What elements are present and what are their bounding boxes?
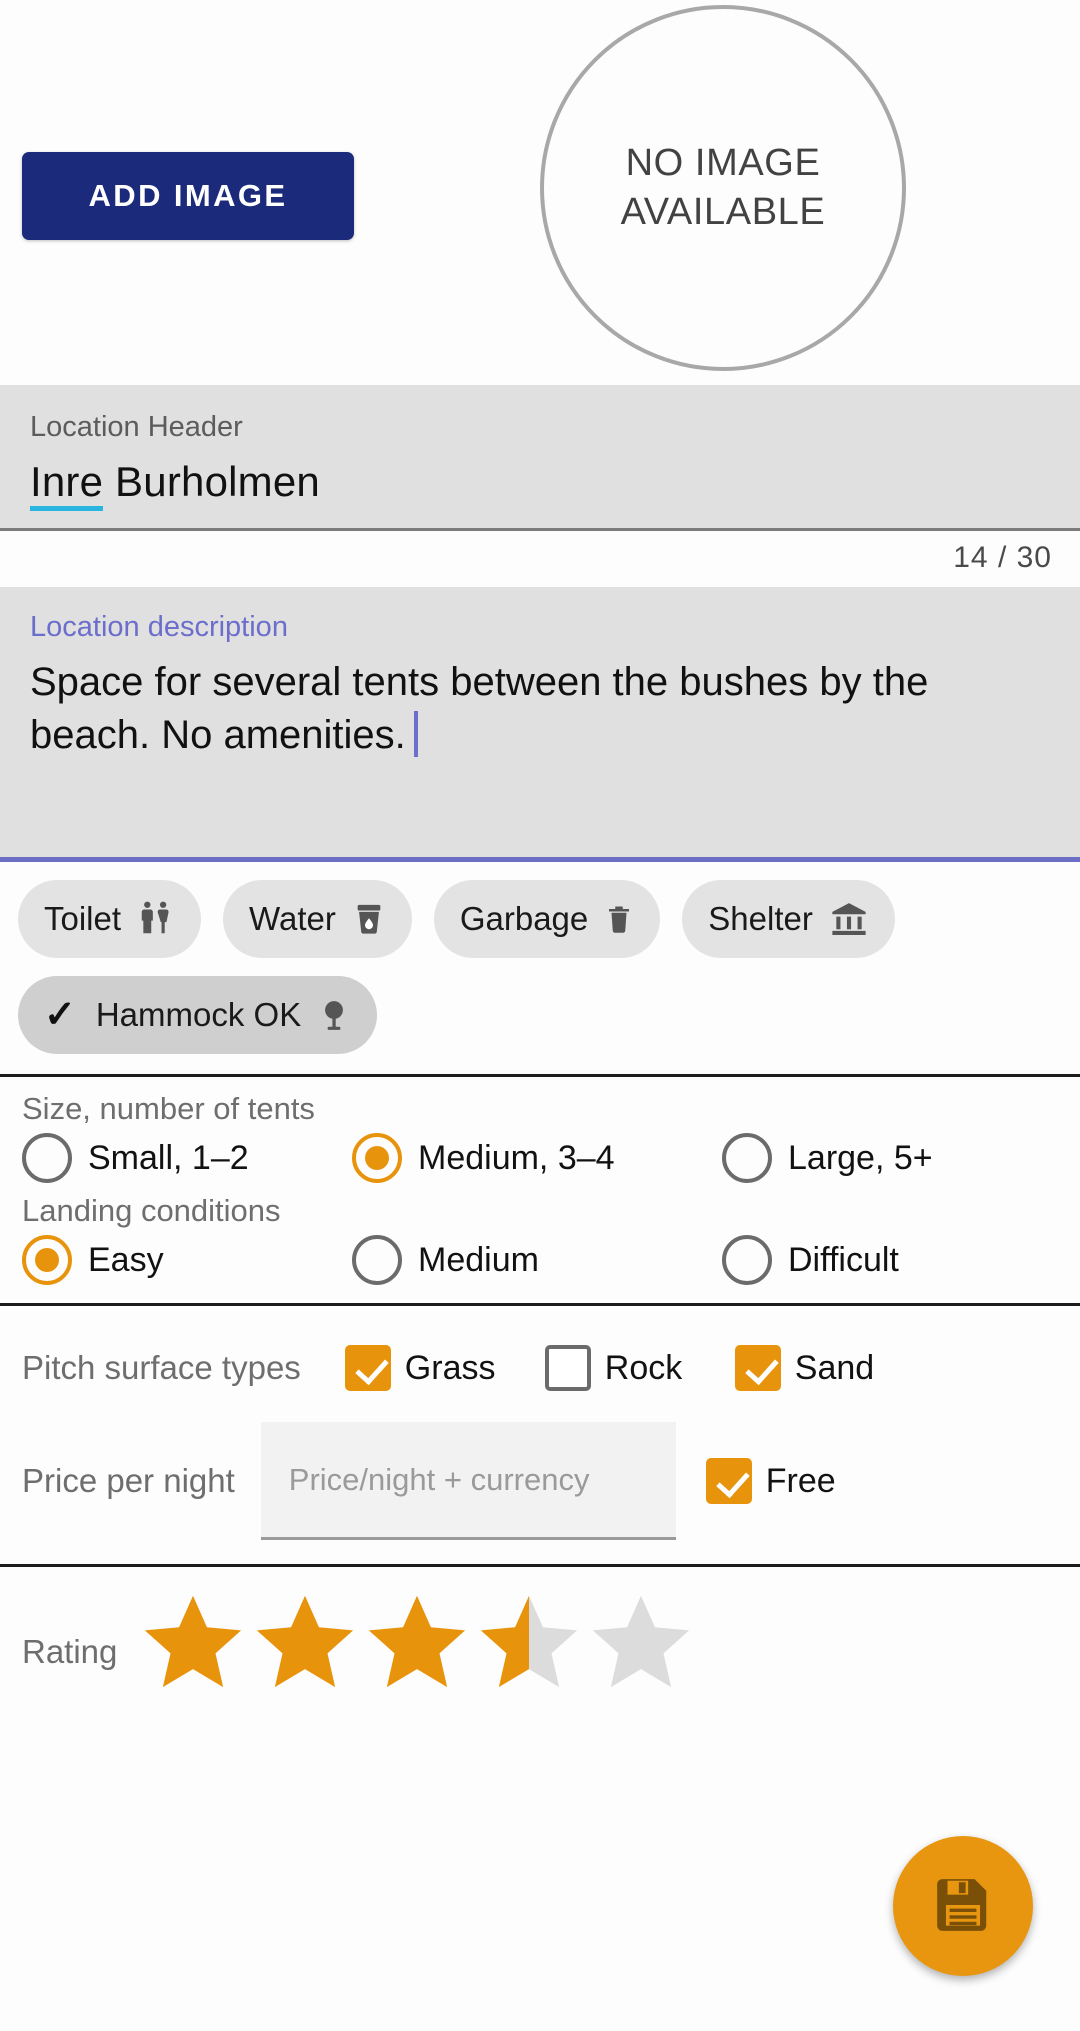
checkbox-rock-label: Rock (604, 1348, 683, 1387)
price-per-night-row: Price per night Free (22, 1416, 1058, 1546)
misspelled-word: Inre (30, 458, 104, 511)
star-2-full[interactable] (251, 1589, 359, 1697)
rating-label: Rating (22, 1633, 118, 1670)
star-3-full[interactable] (363, 1589, 471, 1697)
text-caret (413, 710, 418, 757)
checkbox-grass-label: Grass (404, 1348, 496, 1387)
water-cup-icon (352, 900, 386, 938)
checkbox-free[interactable]: Free (705, 1458, 836, 1504)
location-header-value[interactable]: Inre Burholmen (30, 458, 1050, 511)
chip-shelter[interactable]: Shelter (682, 880, 895, 958)
checkbox-sand-label: Sand (794, 1348, 875, 1387)
chip-hammock-ok[interactable]: ✓ Hammock OK (18, 976, 378, 1054)
chip-shelter-label: Shelter (708, 900, 813, 937)
price-input[interactable] (260, 1422, 676, 1540)
radio-circle-icon[interactable] (352, 1235, 402, 1285)
rating-stars[interactable] (139, 1589, 695, 1697)
radio-landing-easy-label: Easy (88, 1240, 164, 1279)
tree-icon (317, 996, 351, 1034)
radio-landing-medium[interactable]: Medium (352, 1235, 722, 1285)
pitch-surface-row: Pitch surface types Grass Rock Sand (22, 1320, 1058, 1416)
check-icon: ✓ (44, 994, 76, 1036)
radio-circle-icon[interactable] (722, 1133, 772, 1183)
chip-toilet[interactable]: Toilet (18, 880, 202, 958)
location-header-field[interactable]: Location Header Inre Burholmen (0, 385, 1080, 531)
radio-circle-selected-icon[interactable] (352, 1133, 402, 1183)
trash-icon (604, 900, 634, 938)
star-5-empty[interactable] (587, 1589, 695, 1697)
radio-landing-difficult[interactable]: Difficult (722, 1235, 899, 1285)
save-floppy-icon (932, 1874, 994, 1939)
location-description-text[interactable]: Space for several tents between the bush… (30, 656, 1050, 762)
checkbox-grass[interactable]: Grass (344, 1345, 545, 1391)
radio-circle-selected-icon[interactable] (22, 1235, 72, 1285)
size-radio-row: Small, 1–2 Medium, 3–4 Large, 5+ (22, 1133, 1058, 1183)
location-description-field[interactable]: Location description Space for several t… (0, 587, 1080, 862)
radio-size-small[interactable]: Small, 1–2 (22, 1133, 352, 1183)
checkbox-sand[interactable]: Sand (734, 1345, 875, 1391)
chip-garbage-label: Garbage (459, 900, 589, 937)
star-4-half[interactable] (475, 1589, 583, 1697)
chip-water-label: Water (249, 900, 336, 937)
radio-size-medium-label: Medium, 3–4 (418, 1138, 615, 1177)
no-image-placeholder: NO IMAGE AVAILABLE (540, 5, 906, 371)
add-image-button[interactable]: ADD IMAGE (22, 152, 354, 240)
radio-size-small-label: Small, 1–2 (88, 1138, 249, 1177)
radio-landing-easy[interactable]: Easy (22, 1235, 352, 1285)
rating-section: Rating (0, 1567, 1080, 2031)
radio-circle-icon[interactable] (722, 1235, 772, 1285)
price-per-night-label: Price per night (22, 1462, 235, 1499)
amenity-chips-row-1: Toilet Water Garbage Shelter (18, 880, 1062, 958)
radio-size-medium[interactable]: Medium, 3–4 (352, 1133, 722, 1183)
radio-landing-difficult-label: Difficult (788, 1240, 899, 1279)
checkbox-free-label: Free (765, 1461, 836, 1500)
checkbox-unchecked-icon[interactable] (544, 1345, 591, 1391)
checkbox-rock[interactable]: Rock (544, 1345, 735, 1391)
checkbox-checked-icon[interactable] (344, 1345, 391, 1391)
wc-icon (137, 900, 175, 938)
landing-radio-row: Easy Medium Difficult (22, 1235, 1058, 1285)
radio-size-large-label: Large, 5+ (788, 1138, 933, 1177)
chip-water[interactable]: Water (223, 880, 412, 958)
pitch-surface-label: Pitch surface types (22, 1349, 301, 1386)
location-header-label: Location Header (30, 411, 243, 443)
char-counter-row: 14 / 30 (0, 531, 1080, 587)
chip-garbage[interactable]: Garbage (433, 880, 661, 958)
location-description-value: Space for several tents between the bush… (30, 660, 929, 757)
radio-groups-section: Size, number of tents Small, 1–2 Medium,… (0, 1077, 1080, 1306)
no-image-line-2: AVAILABLE (620, 191, 826, 233)
size-group-label: Size, number of tents (22, 1091, 315, 1126)
save-button[interactable] (893, 1836, 1033, 1976)
checkbox-checked-icon[interactable] (705, 1458, 752, 1504)
amenity-chips-row-2: ✓ Hammock OK (18, 976, 1062, 1054)
location-description-label: Location description (30, 611, 288, 643)
chip-toilet-label: Toilet (44, 900, 122, 937)
star-1-full[interactable] (139, 1589, 247, 1697)
radio-circle-icon[interactable] (22, 1133, 72, 1183)
radio-size-large[interactable]: Large, 5+ (722, 1133, 933, 1183)
surface-and-price-section: Pitch surface types Grass Rock Sand Pric… (0, 1306, 1080, 1567)
shelter-icon (829, 900, 869, 938)
chip-hammock-label: Hammock OK (95, 996, 302, 1033)
location-header-value-rest: Burholmen (103, 458, 320, 505)
radio-landing-medium-label: Medium (418, 1240, 539, 1279)
checkbox-checked-icon[interactable] (734, 1345, 781, 1391)
char-counter: 14 / 30 (953, 541, 1052, 574)
amenity-chips-section: Toilet Water Garbage Shelter ✓ Hammock O… (0, 862, 1080, 1077)
landing-group-label: Landing conditions (22, 1193, 281, 1228)
image-area: ADD IMAGE NO IMAGE AVAILABLE (0, 0, 1080, 385)
no-image-line-1: NO IMAGE (625, 142, 821, 185)
camp-location-editor-screen: ADD IMAGE NO IMAGE AVAILABLE Location He… (0, 0, 1080, 2031)
